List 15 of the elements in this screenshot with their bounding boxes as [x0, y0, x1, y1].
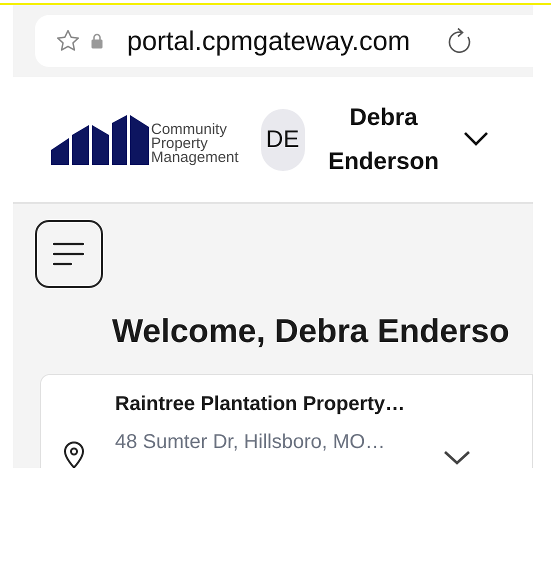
chevron-down-icon[interactable] — [462, 131, 489, 148]
menu-button[interactable] — [35, 220, 103, 288]
avatar[interactable]: DE — [260, 108, 305, 170]
property-address: 48 Sumter Dr, Hillsboro, MO… — [115, 430, 386, 454]
chevron-down-icon[interactable] — [443, 450, 472, 466]
menu-icon — [52, 241, 86, 267]
welcome-heading: Welcome, Debra Enderso — [112, 311, 510, 351]
property-card[interactable]: Raintree Plantation Property… 48 Sumter Dr, Hillsboro, MO… — [40, 374, 533, 468]
lock-icon — [91, 33, 103, 49]
url-text: portal.cpmgateway.com — [127, 24, 410, 58]
reload-icon[interactable] — [446, 27, 472, 55]
location-pin-icon — [63, 440, 85, 468]
user-name[interactable]: Debra Enderson — [318, 96, 449, 184]
property-name: Raintree Plantation Property… — [115, 392, 406, 416]
address-bar[interactable]: portal.cpmgateway.com — [35, 15, 533, 67]
